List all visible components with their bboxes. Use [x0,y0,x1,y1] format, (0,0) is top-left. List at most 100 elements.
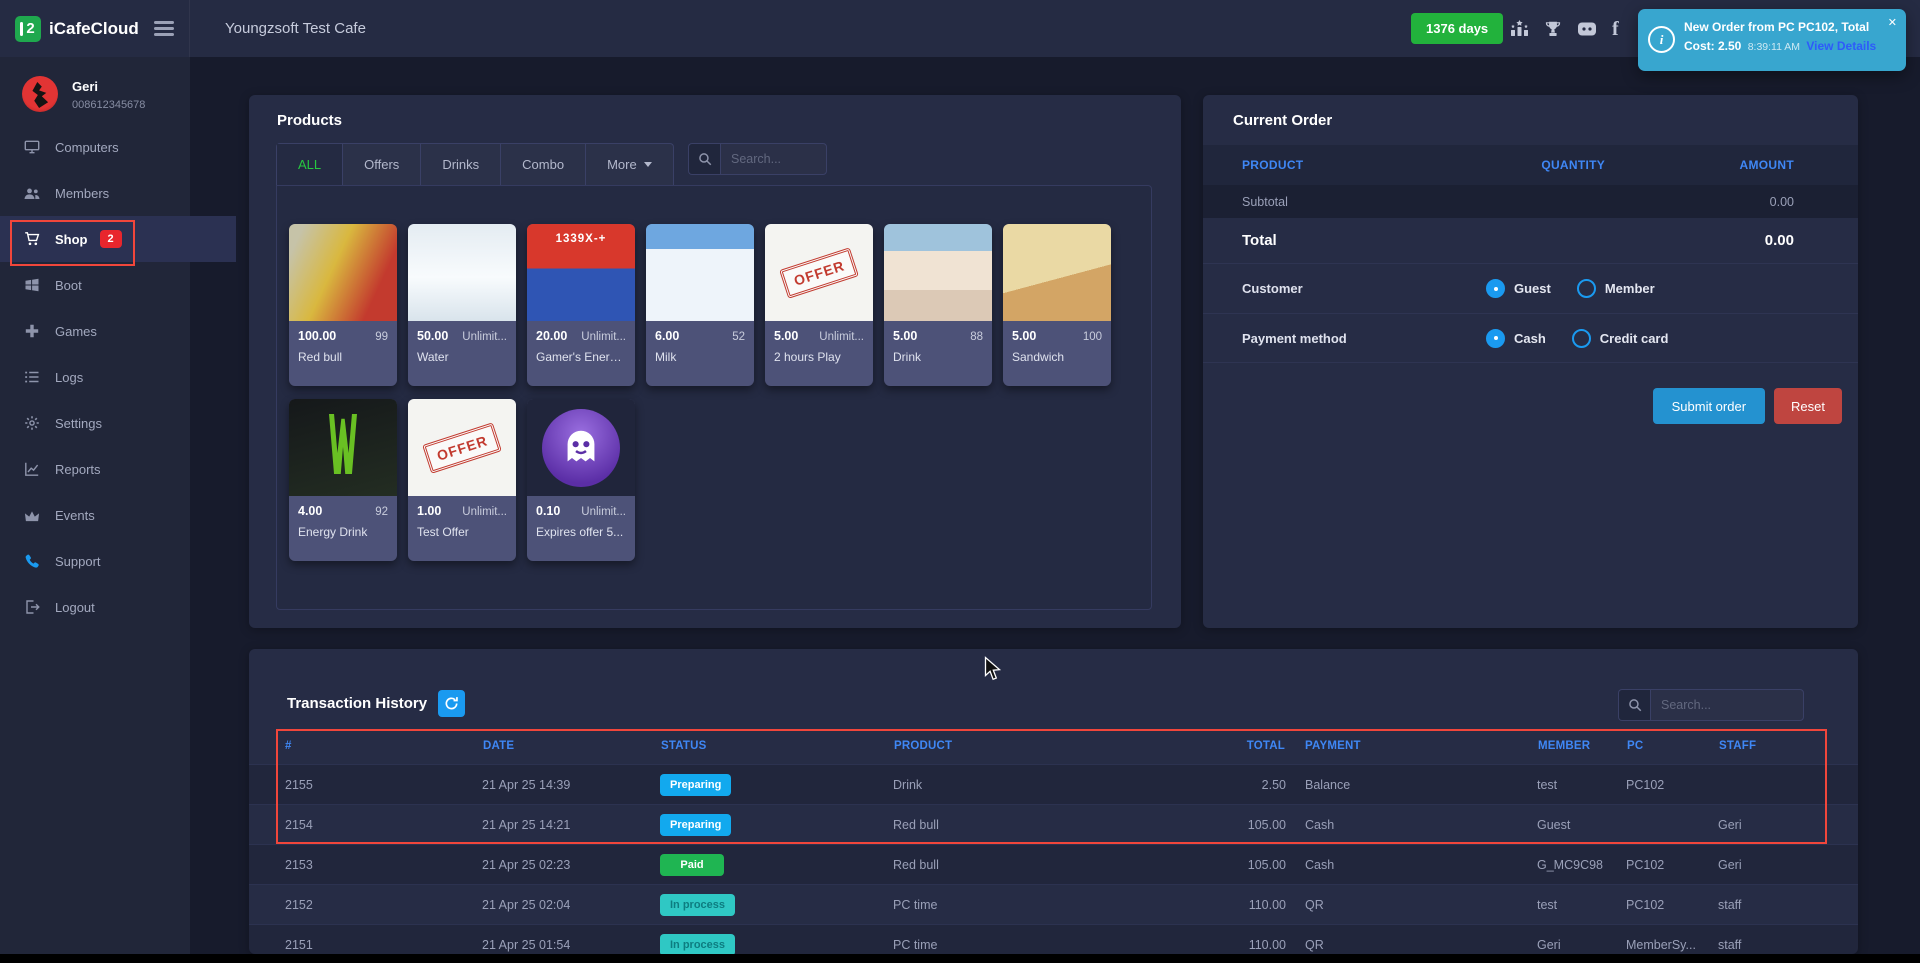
radio-selected-icon[interactable] [1486,279,1505,298]
radio-unselected-icon[interactable] [1577,279,1596,298]
column-member[interactable]: MEMBER [1537,727,1626,765]
tab-offers[interactable]: Offers [343,144,421,185]
cell-total: 105.00 [1193,845,1286,885]
product-card[interactable]: 4.0092Energy Drink [289,399,397,561]
sidebar-item-label: Logs [55,370,83,385]
facebook-icon[interactable]: f [1612,19,1619,39]
search-icon [1618,689,1650,721]
sidebar-item-games[interactable]: Games [0,308,190,354]
refresh-button[interactable] [438,690,465,717]
topbar-icons: f [1510,0,1619,57]
cell-date: 21 Apr 25 14:39 [482,765,660,805]
product-card[interactable]: 100.0099Red bull [289,224,397,386]
sidebar-item-events[interactable]: Events [0,492,190,538]
column-date[interactable]: DATE [482,727,660,765]
customer-option-member[interactable]: Member [1577,279,1655,298]
product-image [527,399,635,496]
cell-payment: Balance [1286,765,1537,805]
cell-member: test [1537,885,1626,925]
product-card[interactable]: 50.00Unlimit...Water [408,224,516,386]
product-grid: 100.0099Red bull50.00Unlimit...Water1339… [277,186,1151,561]
payment-option-credit-card[interactable]: Credit card [1572,329,1669,348]
column-pc[interactable]: PC [1626,727,1718,765]
column-amount: AMOUNT [1673,158,1794,172]
cell-staff: staff [1718,885,1858,925]
transaction-row[interactable]: 215321 Apr 25 02:23PaidRed bull105.00Cas… [249,845,1858,885]
column-product[interactable]: PRODUCT [893,727,1193,765]
column-total[interactable]: TOTAL [1193,727,1286,765]
boot-icon [23,277,41,293]
product-stock: Unlimit... [462,506,507,518]
tab-more[interactable]: More [586,144,673,185]
sidebar-item-reports[interactable]: Reports [0,446,190,492]
product-card[interactable]: 0.10Unlimit...Expires offer 5... [527,399,635,561]
tab-all[interactable]: ALL [277,144,343,185]
submit-order-button[interactable]: Submit order [1653,388,1765,424]
product-image: OFFER [408,399,516,496]
trophy-icon[interactable] [1544,20,1562,38]
product-name: Expires offer 5... [536,525,626,539]
tab-drinks[interactable]: Drinks [421,144,501,185]
product-image: OFFER [765,224,873,321]
product-card[interactable]: 6.0052Milk [646,224,754,386]
sidebar-item-logs[interactable]: Logs [0,354,190,400]
radio-unselected-icon[interactable] [1572,329,1591,348]
product-card[interactable]: 1339X-+20.00Unlimit...Gamer's Energ... [527,224,635,386]
sidebar-item-members[interactable]: Members [0,170,190,216]
hamburger-menu-icon[interactable] [154,18,174,40]
transaction-row[interactable]: 215421 Apr 25 14:21PreparingRed bull105.… [249,805,1858,845]
reset-button[interactable]: Reset [1774,388,1842,424]
product-stock: Unlimit... [462,331,507,343]
ranking-icon[interactable] [1510,20,1529,37]
product-card[interactable]: OFFER1.00Unlimit...Test Offer [408,399,516,561]
sidebar-item-settings[interactable]: Settings [0,400,190,446]
sidebar-item-label: Games [55,324,97,339]
cell-status: Preparing [660,805,893,845]
cell-staff [1718,765,1858,805]
cell-member: G_MC9C98 [1537,845,1626,885]
cell-payment: Cash [1286,845,1537,885]
sidebar-item-shop[interactable]: Shop2 [0,216,236,262]
tab-combo[interactable]: Combo [501,144,586,185]
cell-pc: PC102 [1626,885,1718,925]
current-order-title: Current Order [1233,112,1332,129]
cell-staff: Geri [1718,805,1858,845]
transaction-row[interactable]: 215121 Apr 25 01:54In processPC time110.… [249,925,1858,955]
transaction-history-panel: Transaction History #DATESTATUSPRODUCTTO… [249,649,1858,954]
product-name: Test Offer [417,525,507,539]
sidebar-item-boot[interactable]: Boot [0,262,190,308]
product-card[interactable]: OFFER5.00Unlimit...2 hours Play [765,224,873,386]
sidebar-item-computers[interactable]: Computers [0,124,190,170]
transaction-row[interactable]: 215221 Apr 25 02:04In processPC time110.… [249,885,1858,925]
user-profile[interactable]: Geri 008612345678 [0,57,190,112]
column-payment[interactable]: PAYMENT [1286,727,1537,765]
sidebar-item-logout[interactable]: Logout [0,584,190,630]
product-name: Red bull [298,350,388,364]
cell-member: Geri [1537,925,1626,955]
column-staff[interactable]: STAFF [1718,727,1858,765]
column-id[interactable]: # [249,727,482,765]
transactions-search-input[interactable] [1650,689,1804,721]
sidebar-item-label: Computers [55,140,119,155]
ghost-icon [542,409,620,487]
payment-option-cash[interactable]: Cash [1486,329,1546,348]
product-image: 1339X-+ [527,224,635,321]
view-details-link[interactable]: View Details [1806,39,1876,53]
product-stock: 99 [375,331,388,343]
products-search-input[interactable] [720,143,827,175]
product-card[interactable]: 5.0088Drink [884,224,992,386]
column-status[interactable]: STATUS [660,727,893,765]
product-name: Energy Drink [298,525,388,539]
discord-icon[interactable] [1577,21,1597,37]
customer-row: Customer GuestMember [1203,263,1858,313]
sidebar-item-support[interactable]: Support [0,538,190,584]
info-icon: i [1648,26,1675,53]
status-badge: In process [660,894,735,916]
transaction-row[interactable]: 215521 Apr 25 14:39PreparingDrink2.50Bal… [249,765,1858,805]
close-icon[interactable]: ✕ [1888,18,1897,29]
radio-selected-icon[interactable] [1486,329,1505,348]
product-card[interactable]: 5.00100Sandwich [1003,224,1111,386]
column-product: PRODUCT [1242,158,1474,172]
customer-option-guest[interactable]: Guest [1486,279,1551,298]
subscription-days-badge[interactable]: 1376 days [1411,13,1503,44]
